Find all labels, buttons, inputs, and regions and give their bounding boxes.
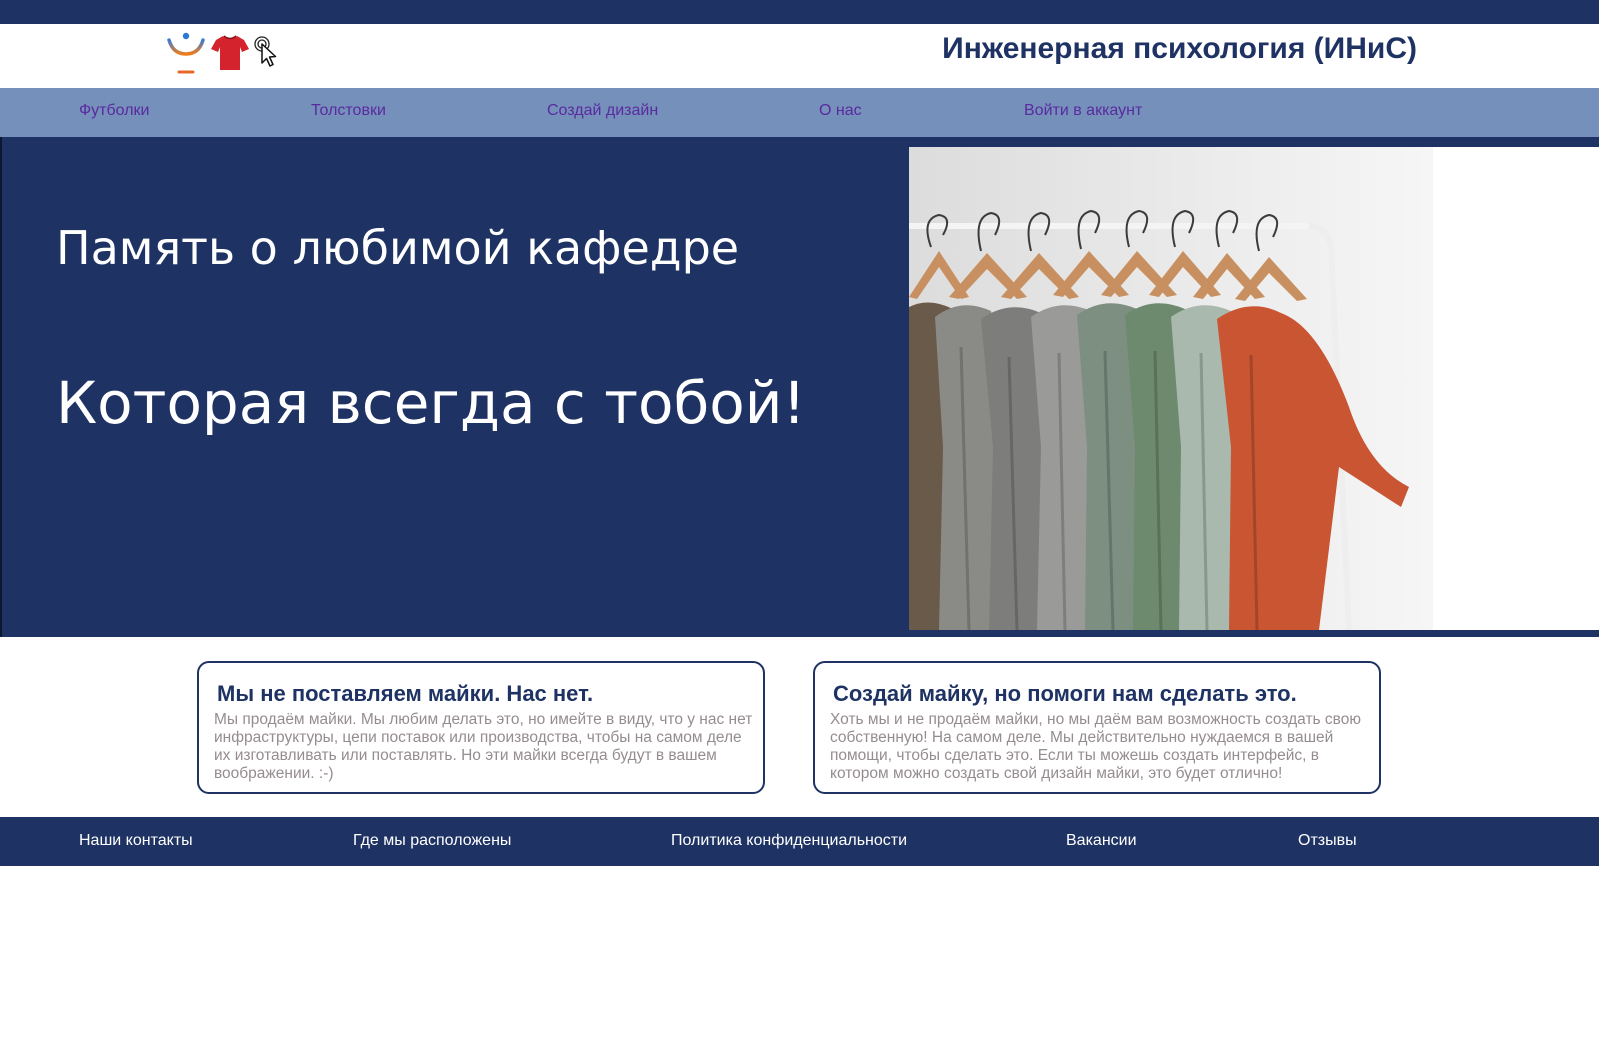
pointer-cursor-icon [254,36,277,67]
hero-edge [0,137,2,637]
top-stripe [0,0,1599,24]
nav-item-about[interactable]: О нас [819,102,862,120]
footer-link-privacy[interactable]: Политика конфиденциальности [671,832,907,850]
hero-line-always-with-you: Которая всегда с тобой! [56,369,806,437]
nav-item-hoodies[interactable]: Толстовки [311,102,386,120]
nav-item-login[interactable]: Войти в аккаунт [1024,102,1142,120]
psi-logo-icon [167,32,205,74]
card-title: Мы не поставляем майки. Нас нет. [217,681,594,706]
site-title: Инженерная психология (ИНиС) [942,32,1417,65]
photo-bottom-band [909,630,1599,637]
card-title: Создай майку, но помоги нам сделать это. [833,681,1297,706]
info-card-no-shirts: Мы не поставляем майки. Нас нет. Мы прод… [197,661,765,794]
footer-link-vacancies[interactable]: Вакансии [1066,832,1137,850]
hanging-tshirts-photo [909,147,1599,630]
red-tshirt-icon [211,35,249,70]
card-text: Мы продаём майки. Мы любим делать это, н… [214,711,753,782]
site-footer: Наши контакты Где мы расположены Политик… [0,817,1599,866]
logo-group[interactable] [166,30,280,74]
site-header: Инженерная психология (ИНиС) [0,24,1599,88]
main-nav: Футболки Толстовки Создай дизайн О нас В… [0,88,1599,137]
footer-link-location[interactable]: Где мы расположены [353,832,511,850]
card-text: Хоть мы и не продаём майки, но мы даём в… [830,711,1361,782]
footer-link-reviews[interactable]: Отзывы [1298,832,1357,850]
footer-link-contacts[interactable]: Наши контакты [79,832,193,850]
nav-item-tshirts[interactable]: Футболки [79,102,149,120]
hero-banner: Память о любимой кафедре Которая всегда … [0,137,1599,637]
nav-item-create-design[interactable]: Создай дизайн [547,102,658,120]
info-card-create-shirt: Создай майку, но помоги нам сделать это.… [813,661,1381,794]
hero-line-memory: Память о любимой кафедре [56,221,740,275]
